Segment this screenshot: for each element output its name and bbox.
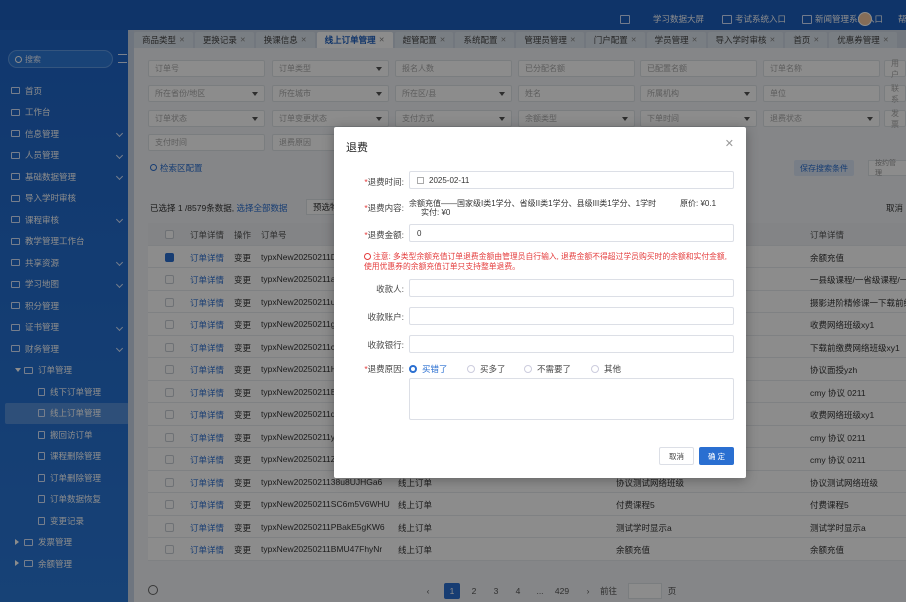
original-price: 原价: ¥0.1 [680,199,717,208]
radio-off [467,365,475,373]
refund-content-label: *退费内容: [364,203,404,213]
dialog-title: 退费 [346,142,368,154]
warning-icon [364,253,371,260]
reason-other-label: 其他 [604,364,622,374]
cancel-label: 取消 [669,451,684,461]
refund-amount-label: *退费金额: [364,230,404,240]
reason-label-text: 退费原因: [367,364,404,374]
payee-label: 收款人: [376,284,404,294]
reason-unneeded-label: 不需要了 [537,364,572,374]
radio-off [524,365,532,373]
bank-input[interactable] [409,335,734,353]
close-icon[interactable]: ✕ [725,137,734,150]
refund-dialog: 退费 ✕ *退费时间: 2025-02-11 *退费内容: 余额充值——国家级I… [334,127,746,478]
refund-amount-label-text: 退费金额: [367,230,404,240]
refund-notice: 注意: 多类型余额充值订单退费金额由管理员自行输入, 退费金额不得超过学员购买时… [364,252,734,272]
refund-content-label-text: 退费内容: [367,203,404,213]
radio-on [409,365,417,373]
account-label: 收款账户: [367,312,404,322]
payee-input[interactable] [409,279,734,297]
notice-text: 注意: 多类型余额充值订单退费金额由管理员自行输入, 退费金额不得超过学员购买时… [364,252,727,271]
refund-time-input[interactable]: 2025-02-11 [409,171,734,189]
calendar-icon [417,176,424,184]
reason-radio-other[interactable]: 其他 [591,363,621,375]
reason-wrong-label: 买错了 [422,364,448,374]
reason-radio-unneeded[interactable]: 不需要了 [524,363,571,375]
account-input[interactable] [409,307,734,325]
reason-label: *退费原因: [364,364,404,374]
reason-radio-extra[interactable]: 买多了 [467,363,506,375]
radio-off [591,365,599,373]
refund-time-label-text: 退费时间: [367,177,404,187]
refund-amount-input[interactable]: 0 [409,224,734,242]
confirm-label: 确 定 [707,451,726,461]
refund-amount-value: 0 [417,228,422,238]
refund-time-value: 2025-02-11 [429,175,470,185]
cancel-button[interactable]: 取消 [659,447,694,465]
reason-textarea[interactable] [409,378,734,420]
reason-extra-label: 买多了 [480,364,506,374]
confirm-button[interactable]: 确 定 [699,447,734,465]
refund-time-label: *退费时间: [364,177,404,187]
reason-radio-wrong[interactable]: 买错了 [409,363,448,375]
actual-paid: 实付: ¥0 [421,208,451,217]
bank-label: 收款银行: [367,340,404,350]
